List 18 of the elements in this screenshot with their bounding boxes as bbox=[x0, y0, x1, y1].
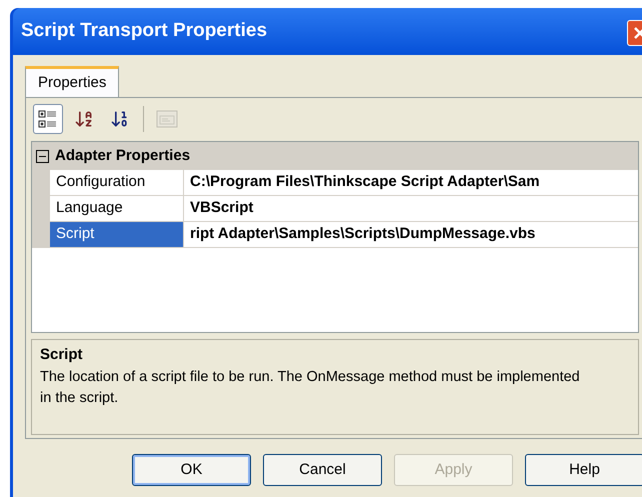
property-value[interactable]: C:\Program Files\Thinkscape Script Adapter\Sam bbox=[184, 170, 638, 196]
dialog-button[interactable]: Help bbox=[525, 454, 642, 486]
window-title: Script Transport Properties bbox=[21, 19, 268, 44]
help-text: The location of a script file to be run. The OnMessage method must be implemented in the script. bbox=[40, 368, 580, 408]
property-name[interactable]: Script bbox=[50, 222, 184, 248]
property-name[interactable]: Configuration bbox=[50, 170, 184, 196]
categorized-button[interactable] bbox=[33, 104, 63, 134]
category-label: Adapter Properties bbox=[55, 146, 190, 166]
property-pages-icon bbox=[156, 109, 178, 129]
categorized-list-icon bbox=[38, 109, 58, 129]
sort-az-icon bbox=[74, 109, 94, 129]
collapse-icon[interactable] bbox=[36, 150, 49, 162]
property-value[interactable]: VBScript bbox=[184, 196, 638, 222]
help-title: Script bbox=[40, 345, 84, 365]
dialog-button[interactable]: OK bbox=[132, 454, 251, 486]
dialog-button[interactable]: Cancel bbox=[263, 454, 382, 486]
properties-tab[interactable]: Properties bbox=[25, 66, 120, 97]
property-value[interactable]: ript Adapter\Samples\Scripts\DumpMessage.vbs bbox=[184, 222, 638, 248]
